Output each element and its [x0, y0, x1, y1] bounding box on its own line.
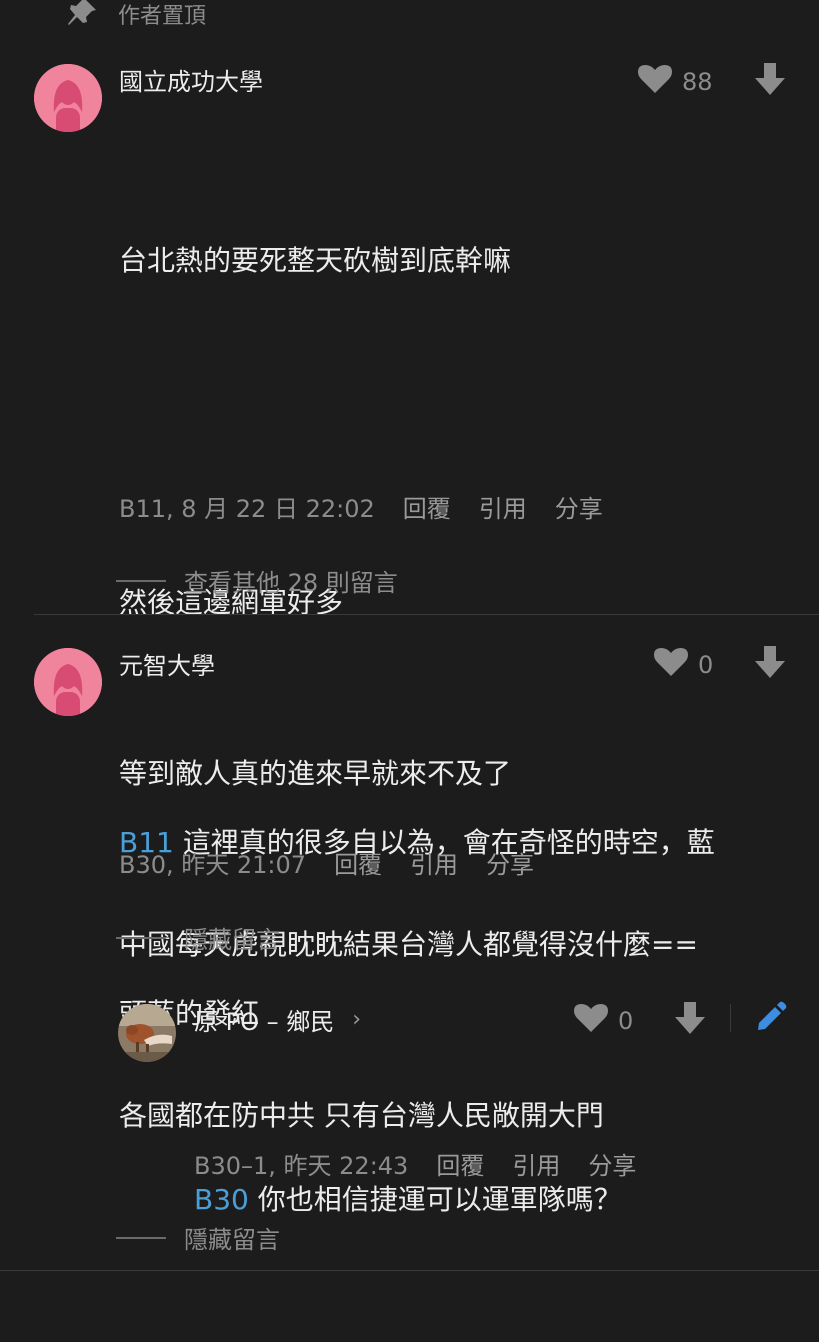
quote-button[interactable]: 引用 — [512, 1146, 560, 1181]
comment-meta: B30–1, 昨天 22:43 回覆 引用 分享 — [194, 1146, 664, 1181]
floor-mention-link[interactable]: B30 — [194, 1183, 249, 1216]
author-name[interactable]: 元智大學 — [119, 646, 215, 681]
thread-dash — [116, 1236, 166, 1239]
share-button[interactable]: 分享 — [555, 489, 603, 524]
comment-line: 台北熱的要死整天砍樹到底幹嘛 — [119, 244, 512, 277]
like-count: 0 — [698, 651, 714, 679]
comment-text: 你也相信捷運可以運軍隊嗎？ — [248, 1183, 622, 1216]
like-button[interactable]: 88 — [638, 64, 713, 100]
reply-button[interactable]: 回覆 — [403, 489, 451, 524]
thread-dash — [116, 936, 166, 939]
pinned-indicator: 作者置頂 — [66, 0, 207, 29]
floor-timestamp: B30, 昨天 21:07 — [119, 851, 307, 879]
divider — [0, 1270, 819, 1271]
like-button[interactable]: 0 — [574, 1003, 633, 1039]
downvote-button[interactable] — [755, 646, 785, 678]
reply-button[interactable]: 回覆 — [436, 1146, 484, 1181]
comment-line — [119, 403, 799, 460]
downvote-button[interactable] — [755, 63, 785, 95]
author-name: 原 PO – 鄉民 › — [194, 1002, 361, 1037]
hide-replies[interactable]: 隱藏留言 — [116, 1220, 280, 1255]
action-separator — [730, 1004, 731, 1032]
comment-meta: B11, 8 月 22 日 22:02 回覆 引用 分享 — [119, 489, 631, 524]
comment-body: B30 你也相信捷運可以運軍隊嗎？ — [194, 1057, 794, 1342]
downvote-button[interactable] — [675, 1002, 705, 1034]
like-count: 88 — [682, 68, 713, 96]
pinned-label: 作者置頂 — [118, 4, 207, 29]
hide-replies-label: 隱藏留言 — [184, 926, 280, 954]
view-more-label: 查看其他 28 則留言 — [184, 569, 398, 597]
reply-button[interactable]: 回覆 — [334, 845, 382, 880]
view-more-comments[interactable]: 查看其他 28 則留言 — [116, 563, 398, 598]
hide-replies[interactable]: 隱藏留言 — [116, 920, 280, 955]
thread-dash — [116, 579, 166, 582]
op-avatar[interactable] — [118, 1004, 176, 1062]
avatar[interactable] — [34, 64, 102, 132]
share-button[interactable]: 分享 — [588, 1146, 636, 1181]
heart-icon — [654, 647, 688, 683]
avatar[interactable] — [34, 648, 102, 716]
chevron-right-icon[interactable]: › — [352, 1007, 361, 1032]
floor-timestamp: B11, 8 月 22 日 22:02 — [119, 495, 375, 523]
like-button[interactable]: 0 — [654, 647, 713, 683]
hide-replies-label: 隱藏留言 — [184, 1226, 280, 1254]
comment-meta: B30, 昨天 21:07 回覆 引用 分享 — [119, 845, 562, 880]
quote-button[interactable]: 引用 — [410, 845, 458, 880]
pin-icon — [66, 0, 98, 32]
downvote-arrow-icon — [675, 1002, 705, 1034]
author-name[interactable]: 國立成功大學 — [119, 62, 263, 97]
share-button[interactable]: 分享 — [486, 845, 534, 880]
edit-button[interactable] — [755, 1001, 787, 1033]
downvote-arrow-icon — [755, 646, 785, 678]
op-author-label[interactable]: 原 PO – 鄉民 — [194, 1002, 334, 1037]
downvote-arrow-icon — [755, 63, 785, 95]
like-count: 0 — [618, 1007, 634, 1035]
floor-timestamp: B30–1, 昨天 22:43 — [194, 1152, 409, 1180]
pencil-icon — [758, 1001, 787, 1030]
heart-icon — [574, 1003, 608, 1039]
heart-icon — [638, 64, 672, 100]
divider — [34, 614, 819, 615]
quote-button[interactable]: 引用 — [479, 489, 527, 524]
